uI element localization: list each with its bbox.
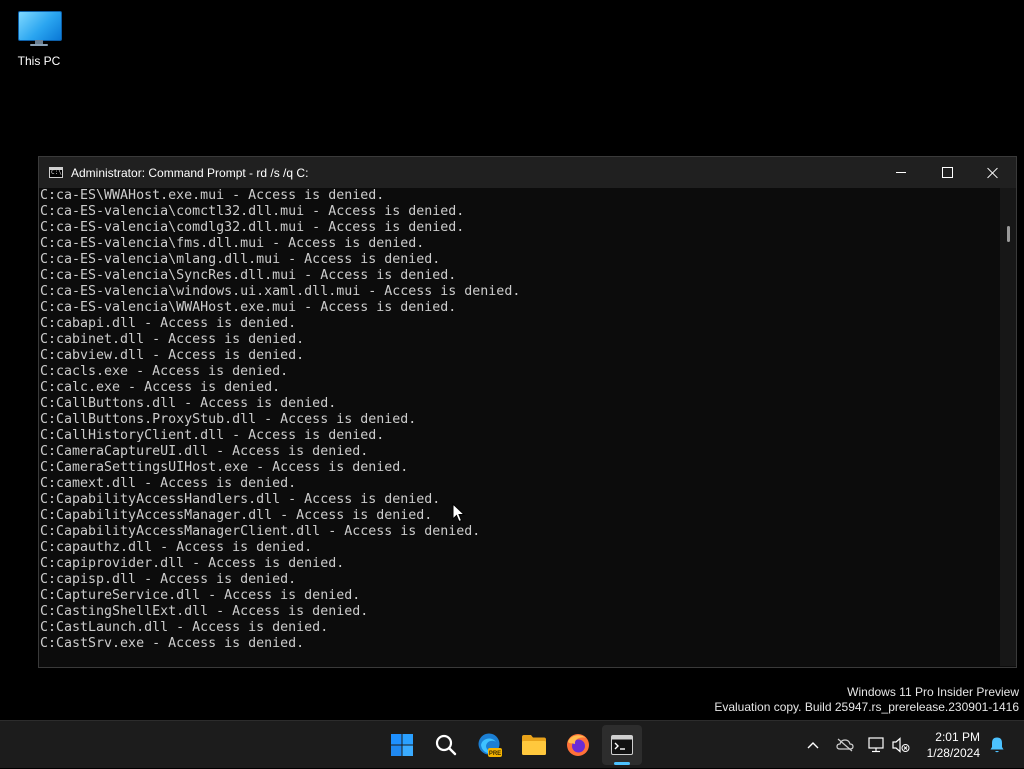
console-line: C:ca-ES-valencia\comdlg32.dll.mui - Acce… — [40, 220, 465, 235]
console-line: C:CallButtons.ProxyStub.dll - Access is … — [40, 412, 417, 427]
console-line: C:ca-ES-valencia\SyncRes.dll.mui - Acces… — [40, 268, 457, 283]
search-button[interactable] — [426, 725, 466, 765]
bell-icon — [990, 737, 1004, 753]
cmd-icon: C:\ — [49, 167, 63, 178]
network-icon — [868, 737, 884, 753]
console-line: C:ca-ES-valencia\mlang.dll.mui - Access … — [40, 252, 441, 267]
notifications-button[interactable] — [986, 721, 1008, 769]
firefox-button[interactable] — [558, 725, 598, 765]
onedrive-button[interactable] — [834, 721, 856, 769]
edge-button[interactable]: PRE — [470, 725, 510, 765]
window-title: Administrator: Command Prompt - rd /s /q… — [71, 165, 309, 180]
console-line: C:calc.exe - Access is denied. — [40, 380, 281, 395]
console-line: C:capauthz.dll - Access is denied. — [40, 540, 313, 555]
search-icon — [435, 734, 457, 756]
mouse-cursor-icon — [452, 503, 466, 523]
title-bar[interactable]: C:\ Administrator: Command Prompt - rd /… — [39, 157, 1016, 188]
taskbar-clock[interactable]: 2:01 PM 1/28/2024 — [927, 729, 980, 761]
watermark-edition: Windows 11 Pro Insider Preview — [847, 685, 1019, 699]
monitor-icon — [18, 11, 62, 46]
close-icon — [987, 167, 999, 179]
evaluation-watermark: Windows 11 Pro Insider Preview Evaluatio… — [714, 685, 1019, 715]
close-button[interactable] — [970, 157, 1016, 188]
file-explorer-button[interactable] — [514, 725, 554, 765]
console-line: C:CastLaunch.dll - Access is denied. — [40, 620, 329, 635]
console-line: C:CallButtons.dll - Access is denied. — [40, 396, 337, 411]
active-app-indicator — [614, 762, 630, 765]
console-line: C:cabapi.dll - Access is denied. — [40, 316, 297, 331]
vertical-scrollbar[interactable] — [1000, 188, 1016, 666]
console-line: C:CaptureService.dll - Access is denied. — [40, 588, 361, 603]
desktop-icon-this-pc[interactable]: This PC — [8, 8, 70, 68]
console-line: C:camext.dll - Access is denied. — [40, 476, 297, 491]
edge-pre-icon: PRE — [478, 733, 502, 757]
folder-icon — [522, 735, 546, 755]
clock-date: 1/28/2024 — [926, 746, 980, 760]
maximize-button[interactable] — [924, 157, 970, 188]
maximize-icon — [941, 167, 953, 178]
console-line: C:cabview.dll - Access is denied. — [40, 348, 305, 363]
terminal-button[interactable] — [602, 725, 642, 765]
console-line: C:CastingShellExt.dll - Access is denied… — [40, 604, 369, 619]
console-line: C:ca-ES-valencia\fms.dll.mui - Access is… — [40, 236, 425, 251]
console-line: C:cacls.exe - Access is denied. — [40, 364, 289, 379]
console-line: C:CameraSettingsUIHost.exe - Access is d… — [40, 460, 409, 475]
terminal-icon — [611, 735, 633, 755]
console-line: C:capisp.dll - Access is denied. — [40, 572, 297, 587]
windows-logo-icon — [391, 734, 413, 756]
console-line: C:ca-ES-valencia\WWAHost.exe.mui - Acces… — [40, 300, 457, 315]
onedrive-offline-icon — [836, 738, 854, 752]
minimize-icon — [896, 172, 906, 173]
console-line: C:ca-ES-valencia\windows.ui.xaml.dll.mui… — [40, 284, 521, 299]
console-line: C:ca-ES\WWAHost.exe.mui - Access is deni… — [40, 188, 385, 203]
console-line: C:CallHistoryClient.dll - Access is deni… — [40, 428, 385, 443]
start-button[interactable] — [382, 725, 422, 765]
desktop-icon-label: This PC — [17, 54, 61, 68]
console-line: C:CapabilityAccessManager.dll - Access i… — [40, 508, 433, 523]
network-button[interactable] — [866, 721, 888, 769]
console-line: C:CastSrv.exe - Access is denied. — [40, 636, 305, 651]
show-hidden-icons-button[interactable] — [802, 721, 824, 769]
watermark-build: Evaluation copy. Build 25947.rs_prerelea… — [714, 700, 1019, 714]
minimize-button[interactable] — [878, 157, 924, 188]
volume-button[interactable] — [890, 721, 912, 769]
console-line: C:CapabilityAccessHandlers.dll - Access … — [40, 492, 441, 507]
command-prompt-window[interactable]: C:\ Administrator: Command Prompt - rd /… — [38, 156, 1017, 668]
console-line: C:CapabilityAccessManagerClient.dll - Ac… — [40, 524, 481, 539]
console-output[interactable]: C:ca-ES\WWAHost.exe.mui - Access is deni… — [39, 188, 999, 666]
console-line: C:ca-ES-valencia\comctl32.dll.mui - Acce… — [40, 204, 465, 219]
firefox-icon — [567, 734, 589, 756]
console-line: C:CameraCaptureUI.dll - Access is denied… — [40, 444, 369, 459]
svg-text:PRE: PRE — [489, 751, 501, 757]
console-line: C:cabinet.dll - Access is denied. — [40, 332, 305, 347]
clock-time: 2:01 PM — [935, 730, 980, 744]
taskbar: PRE 2:01 PM 1/28/2024 — [0, 720, 1024, 768]
chevron-up-icon — [807, 742, 819, 749]
console-line: C:capiprovider.dll - Access is denied. — [40, 556, 345, 571]
volume-muted-icon — [892, 737, 910, 753]
scrollbar-thumb[interactable] — [1007, 226, 1010, 242]
